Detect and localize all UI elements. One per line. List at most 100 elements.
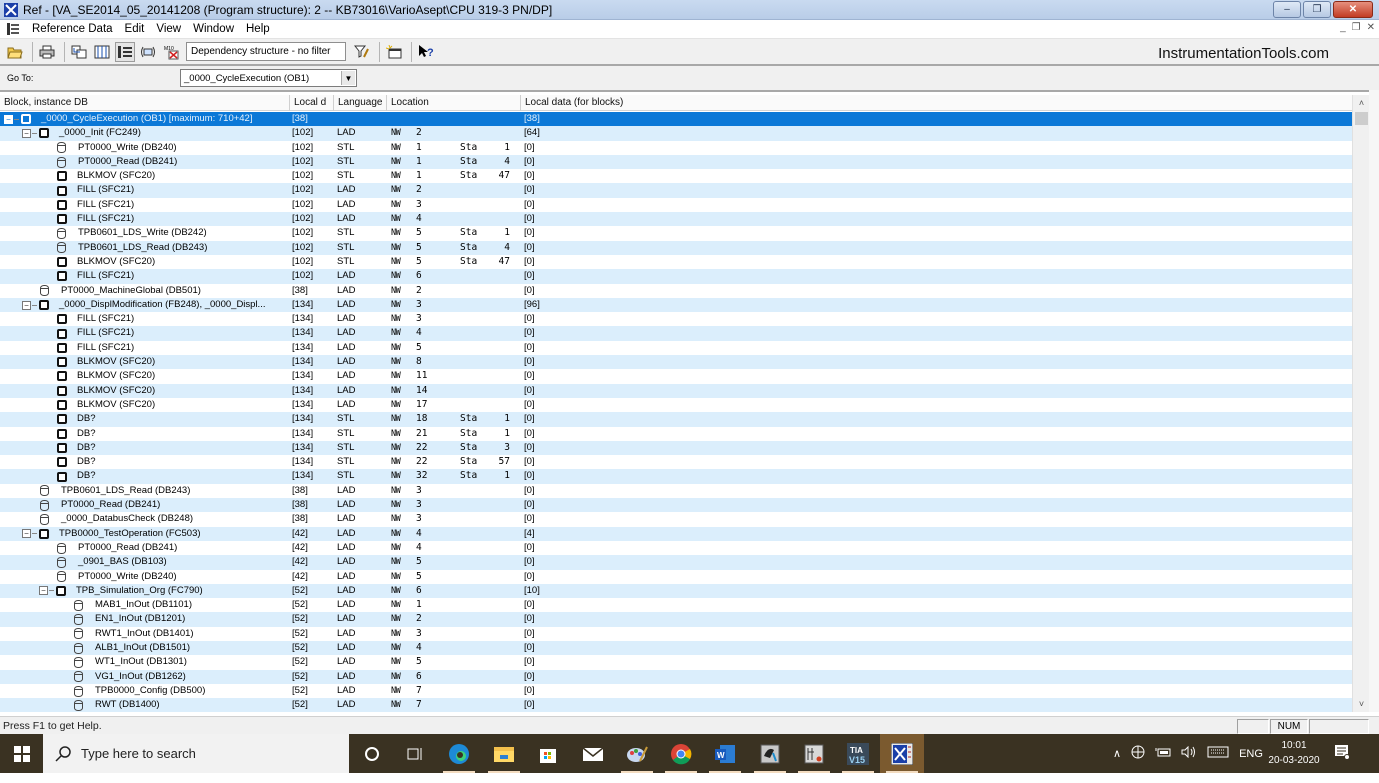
- table-row[interactable]: BLKMOV (SFC20) [102] STL NW 5 Sta 47 [0]: [0, 255, 1352, 269]
- table-row[interactable]: FILL (SFC21) [134] LAD NW 4 [0]: [0, 326, 1352, 341]
- table-row[interactable]: TPB0000_Config (DB500) [52] LAD NW 7 [0]: [0, 684, 1352, 698]
- scroll-thumb[interactable]: [1355, 112, 1368, 125]
- restore-button[interactable]: ❐: [1303, 1, 1331, 18]
- action-center-button[interactable]: [1334, 744, 1350, 763]
- column-header-block[interactable]: Block, instance DB: [0, 95, 290, 111]
- keyboard-icon[interactable]: [1207, 746, 1229, 761]
- table-row[interactable]: BLKMOV (SFC20) [134] LAD NW 11 [0]: [0, 369, 1352, 383]
- taskbar-file-explorer[interactable]: [482, 734, 526, 773]
- table-row[interactable]: FILL (SFC21) [102] LAD NW 6 [0]: [0, 269, 1352, 284]
- table-row[interactable]: PT0000_Read (DB241) [42] LAD NW 4 [0]: [0, 541, 1352, 555]
- menu-edit[interactable]: Edit: [119, 23, 151, 35]
- menu-help[interactable]: Help: [240, 23, 276, 35]
- table-row[interactable]: − _0000_Init (FC249) [102] LAD NW 2 [64]: [0, 126, 1352, 141]
- table-row[interactable]: PT0000_Read (DB241) [102] STL NW 1 Sta 4 [0]: [0, 154, 1352, 170]
- collapse-icon[interactable]: −: [22, 300, 31, 310]
- menu-view[interactable]: View: [150, 23, 187, 35]
- taskbar-edge[interactable]: [437, 734, 481, 773]
- cross-reference-button[interactable]: [69, 42, 89, 62]
- taskbar-search[interactable]: Type here to search: [43, 734, 349, 773]
- table-row[interactable]: FILL (SFC21) [102] LAD NW 3 [0]: [0, 198, 1352, 212]
- collapse-icon[interactable]: −: [22, 529, 31, 539]
- filter-button[interactable]: [352, 42, 372, 62]
- task-view-button[interactable]: [393, 734, 437, 773]
- battery-icon[interactable]: [1155, 747, 1171, 760]
- column-header-location[interactable]: Location: [387, 95, 521, 111]
- column-header-local-data-blocks[interactable]: Local data (for blocks): [521, 95, 1352, 111]
- taskbar-tia-portal[interactable]: TIA V15: [836, 734, 880, 773]
- minimize-button[interactable]: –: [1273, 1, 1301, 18]
- list-view-button[interactable]: [92, 42, 112, 62]
- open-button[interactable]: [5, 42, 25, 62]
- taskbar-mail[interactable]: [571, 734, 615, 773]
- close-button[interactable]: ✕: [1333, 1, 1373, 18]
- table-row[interactable]: TPB0601_LDS_Write (DB242) [102] STL NW 5 Sta 1…: [0, 226, 1352, 240]
- collapse-icon[interactable]: −: [39, 586, 48, 596]
- goto-dropdown[interactable]: _0000_CycleExecution (OB1) ▼: [180, 69, 357, 87]
- mdi-restore-button[interactable]: ❐: [1352, 22, 1361, 33]
- scroll-down-icon[interactable]: ˅: [1353, 696, 1370, 712]
- taskbar-simatic-manager[interactable]: [748, 734, 792, 773]
- collapse-icon[interactable]: −: [22, 128, 31, 138]
- table-row[interactable]: EN1_InOut (DB1201) [52] LAD NW 2 [0]: [0, 612, 1352, 627]
- table-row[interactable]: − _0000_DisplModification (FB248), _0000_…: [0, 297, 1352, 313]
- table-row[interactable]: − TPB0000_TestOperation (FC503) [42] LAD NW 4…: [0, 526, 1352, 541]
- table-row[interactable]: PT0000_Write (DB240) [42] LAD NW 5 [0]: [0, 570, 1352, 584]
- table-row[interactable]: − _0000_CycleExecution (OB1) [maximum: 71…: [0, 112, 1352, 127]
- table-row[interactable]: PT0000_MachineGlobal (DB501) [38] LAD NW 2 [0…: [0, 284, 1352, 298]
- menu-window[interactable]: Window: [187, 23, 240, 35]
- new-window-button[interactable]: [384, 42, 404, 62]
- table-row[interactable]: _0901_BAS (DB103) [42] LAD NW 5 [0]: [0, 555, 1352, 570]
- unused-symbols-button[interactable]: [138, 42, 158, 62]
- table-row[interactable]: DB? [134] STL NW 18 Sta 1 [0]: [0, 412, 1352, 427]
- table-row[interactable]: FILL (SFC21) [102] LAD NW 4 [0]: [0, 212, 1352, 227]
- table-row[interactable]: FILL (SFC21) [134] LAD NW 5 [0]: [0, 341, 1352, 355]
- table-row[interactable]: DB? [134] STL NW 32 Sta 1 [0]: [0, 469, 1352, 484]
- taskbar-reference-data[interactable]: [880, 734, 924, 773]
- table-row[interactable]: BLKMOV (SFC20) [102] STL NW 1 Sta 47 [0]: [0, 169, 1352, 183]
- start-button[interactable]: [0, 734, 43, 773]
- taskbar-chrome[interactable]: [659, 734, 703, 773]
- table-row[interactable]: _0000_DatabusCheck (DB248) [38] LAD NW 3 [0]: [0, 512, 1352, 526]
- table-row[interactable]: RWT1_InOut (DB1401) [52] LAD NW 3 [0]: [0, 627, 1352, 641]
- column-header-local-data[interactable]: Local d: [290, 95, 334, 111]
- collapse-icon[interactable]: −: [4, 114, 13, 124]
- table-row[interactable]: MAB1_InOut (DB1101) [52] LAD NW 1 [0]: [0, 598, 1352, 612]
- taskbar-paint[interactable]: [615, 734, 659, 773]
- table-row[interactable]: DB? [134] STL NW 22 Sta 3 [0]: [0, 440, 1352, 456]
- table-row[interactable]: DB? [134] STL NW 21 Sta 1 [0]: [0, 427, 1352, 441]
- mdi-close-button[interactable]: ✕: [1367, 22, 1375, 33]
- table-row[interactable]: − TPB_Simulation_Org (FC790) [52] LAD NW 6 [10…: [0, 583, 1352, 599]
- language-indicator[interactable]: ENG: [1239, 748, 1263, 760]
- clock[interactable]: 10:01 20-03-2020: [1264, 738, 1324, 768]
- table-row[interactable]: BLKMOV (SFC20) [134] LAD NW 14 [0]: [0, 383, 1352, 398]
- chevron-down-icon[interactable]: ▼: [341, 71, 355, 85]
- volume-icon[interactable]: [1181, 745, 1197, 761]
- table-row[interactable]: RWT (DB1400) [52] LAD NW 7 [0]: [0, 698, 1352, 712]
- table-row[interactable]: TPB0601_LDS_Read (DB243) [38] LAD NW 3 [0]: [0, 484, 1352, 498]
- vertical-scrollbar[interactable]: ˄ ˅: [1352, 95, 1369, 712]
- print-button[interactable]: [37, 42, 57, 62]
- table-row[interactable]: VG1_InOut (DB1262) [52] LAD NW 6 [0]: [0, 669, 1352, 684]
- taskbar-hw-config[interactable]: [792, 734, 836, 773]
- cortana-button[interactable]: [350, 734, 394, 773]
- table-row[interactable]: DB? [134] STL NW 22 Sta 57 [0]: [0, 455, 1352, 469]
- show-hidden-icons-button[interactable]: ∧: [1113, 747, 1121, 760]
- table-row[interactable]: FILL (SFC21) [102] LAD NW 2 [0]: [0, 183, 1352, 198]
- table-row[interactable]: ALB1_InOut (DB1501) [52] LAD NW 4 [0]: [0, 640, 1352, 656]
- scroll-up-icon[interactable]: ˄: [1353, 95, 1370, 111]
- network-icon[interactable]: [1131, 745, 1145, 762]
- table-row[interactable]: BLKMOV (SFC20) [134] LAD NW 8 [0]: [0, 355, 1352, 370]
- taskbar-store[interactable]: [526, 734, 570, 773]
- table-row[interactable]: PT0000_Write (DB240) [102] STL NW 1 Sta 1 [0]: [0, 141, 1352, 155]
- address-assignment-button[interactable]: M10: [161, 42, 181, 62]
- table-row[interactable]: TPB0601_LDS_Read (DB243) [102] STL NW 5 Sta 4 […: [0, 240, 1352, 255]
- table-row[interactable]: FILL (SFC21) [134] LAD NW 3 [0]: [0, 312, 1352, 326]
- context-help-button[interactable]: ?: [416, 42, 436, 62]
- table-row[interactable]: BLKMOV (SFC20) [134] LAD NW 17 [0]: [0, 398, 1352, 412]
- mdi-minimize-button[interactable]: _: [1340, 22, 1346, 33]
- tree-view-button[interactable]: [115, 41, 135, 62]
- column-header-language[interactable]: Language: [334, 95, 387, 111]
- taskbar-word[interactable]: W: [703, 734, 747, 773]
- table-row[interactable]: WT1_InOut (DB1301) [52] LAD NW 5 [0]: [0, 655, 1352, 669]
